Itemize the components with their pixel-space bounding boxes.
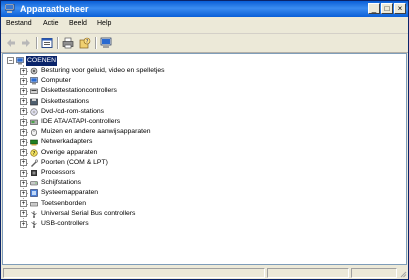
svg-text:?: ? [86, 39, 89, 45]
tree-item[interactable]: + Besturing voor geluid, video en spellet… [3, 66, 403, 76]
computer-icon [16, 57, 24, 65]
device-manager-window: Apparaatbeheer _ □ × Bestand Actie Beeld… [0, 0, 409, 280]
tree-root-row[interactable]: − COENEN [3, 56, 403, 66]
minimize-button[interactable]: _ [368, 3, 380, 14]
toolbar-separator [57, 37, 59, 49]
tree-item-label[interactable]: Muizen en andere aanwijsapparaten [41, 127, 151, 137]
tree-item[interactable]: + Universal Serial Bus controllers [3, 209, 403, 219]
title-bar[interactable]: Apparaatbeheer _ □ × [1, 1, 408, 17]
tree-item[interactable]: +? Overige apparaten [3, 148, 403, 158]
tree-item-label[interactable]: IDE ATA/ATAPI-controllers [41, 117, 120, 127]
tree-item[interactable]: + Muizen en andere aanwijsapparaten [3, 127, 403, 137]
mouse-icon [31, 129, 37, 137]
tree-root-label[interactable]: COENEN [26, 56, 58, 66]
system-device-icon [30, 189, 38, 198]
expand-toggle[interactable]: + [20, 189, 27, 197]
expand-toggle[interactable]: + [20, 149, 27, 157]
expand-toggle[interactable]: + [20, 98, 27, 106]
device-manager-app-icon [5, 4, 15, 13]
network-adapter-icon [30, 140, 38, 146]
tree-item-label[interactable]: Dvd-/cd-rom-stations [41, 107, 104, 117]
port-icon [31, 159, 38, 167]
tree-item-label[interactable]: Processors [41, 168, 75, 178]
floppy-controller-icon [30, 89, 38, 95]
status-segment [351, 268, 397, 278]
expand-toggle[interactable]: + [20, 169, 27, 177]
back-arrow-icon[interactable] [5, 37, 17, 49]
cdrom-icon [30, 108, 38, 116]
tree-item-label[interactable]: Diskettestations [41, 97, 89, 107]
tree-item-label[interactable]: Schijfstations [41, 178, 81, 188]
expand-toggle[interactable]: + [20, 87, 27, 95]
expand-toggle[interactable]: + [20, 138, 27, 146]
menu-actie[interactable]: Actie [43, 20, 59, 27]
maximize-button[interactable]: □ [381, 3, 393, 14]
forward-arrow-icon[interactable] [20, 37, 32, 49]
collapse-toggle[interactable]: − [7, 57, 14, 64]
device-tree[interactable]: − COENEN + Besturing voor geluid, video e… [2, 53, 407, 265]
expand-toggle[interactable]: + [20, 159, 27, 167]
processor-icon [31, 170, 37, 176]
menu-bar: Bestand Actie Beeld Help [1, 18, 408, 34]
expand-toggle[interactable]: + [20, 200, 27, 208]
expand-toggle[interactable]: + [20, 77, 27, 85]
tree-item-label[interactable]: Poorten (COM & LPT) [41, 158, 108, 168]
tree-item[interactable]: + Toetsenborden [3, 199, 403, 209]
toolbar-separator [36, 37, 38, 49]
tree-item-label[interactable]: Netwerkadapters [41, 137, 92, 147]
close-button[interactable]: × [394, 3, 406, 14]
tree-item-label[interactable]: Universal Serial Bus controllers [41, 209, 135, 219]
tree-item[interactable]: + Dvd-/cd-rom-stations [3, 107, 403, 117]
usb-icon [31, 221, 37, 228]
tree-item-label[interactable]: Toetsenborden [41, 199, 86, 209]
tree-item[interactable]: + Diskettestations [3, 97, 403, 107]
resize-grip-icon[interactable] [399, 270, 407, 278]
status-segment-main [3, 268, 265, 278]
expand-toggle[interactable]: + [20, 179, 27, 187]
status-segment [267, 268, 349, 278]
tree-item[interactable]: + Processors [3, 168, 403, 178]
tree-item-label[interactable]: USB-controllers [41, 219, 89, 229]
sound-icon [30, 67, 38, 75]
tree-item[interactable]: + Netwerkadapters [3, 137, 403, 147]
disk-drive-icon [30, 181, 38, 186]
computer-icon [30, 77, 38, 85]
status-bar [1, 266, 408, 279]
expand-toggle[interactable]: + [20, 108, 27, 116]
menu-bestand[interactable]: Bestand [6, 20, 32, 27]
tree-item[interactable]: + USB-controllers [3, 219, 403, 229]
tree-item[interactable]: + Computer [3, 76, 403, 86]
ide-controller-icon [30, 119, 38, 125]
toolbar-separator [95, 37, 97, 49]
unknown-device-icon: ? [30, 148, 38, 157]
tree-item-label[interactable]: Besturing voor geluid, video en spelletj… [41, 66, 165, 76]
menu-help[interactable]: Help [97, 20, 111, 27]
tree-item[interactable]: + Systeemapparaten [3, 188, 403, 198]
tree-item-label[interactable]: Diskettestationcontrollers [41, 86, 117, 96]
tree-item[interactable]: + Schijfstations [3, 178, 403, 188]
properties-icon[interactable] [41, 37, 53, 49]
help-icon[interactable]: ? [79, 37, 91, 49]
svg-text:?: ? [33, 151, 36, 157]
expand-toggle[interactable]: + [20, 220, 27, 228]
floppy-drive-icon [30, 98, 38, 105]
tree-item[interactable]: + Diskettestationcontrollers [3, 86, 403, 96]
toolbar: ? [1, 34, 408, 53]
expand-toggle[interactable]: + [20, 67, 27, 75]
usb-icon [31, 210, 37, 218]
tree-item-label[interactable]: Systeemapparaten [41, 188, 98, 198]
tree-item[interactable]: + IDE ATA/ATAPI-controllers [3, 117, 403, 127]
window-title: Apparaatbeheer [20, 4, 89, 14]
tree-item[interactable]: + Poorten (COM & LPT) [3, 158, 403, 168]
computer-view-icon[interactable] [100, 37, 112, 49]
tree-item-label[interactable]: Overige apparaten [41, 148, 97, 158]
expand-toggle[interactable]: + [20, 118, 27, 126]
tree-item-label[interactable]: Computer [41, 76, 71, 86]
menu-beeld[interactable]: Beeld [69, 20, 87, 27]
expand-toggle[interactable]: + [20, 210, 27, 218]
print-icon[interactable] [62, 37, 74, 49]
expand-toggle[interactable]: + [20, 128, 27, 136]
keyboard-icon [30, 201, 38, 206]
